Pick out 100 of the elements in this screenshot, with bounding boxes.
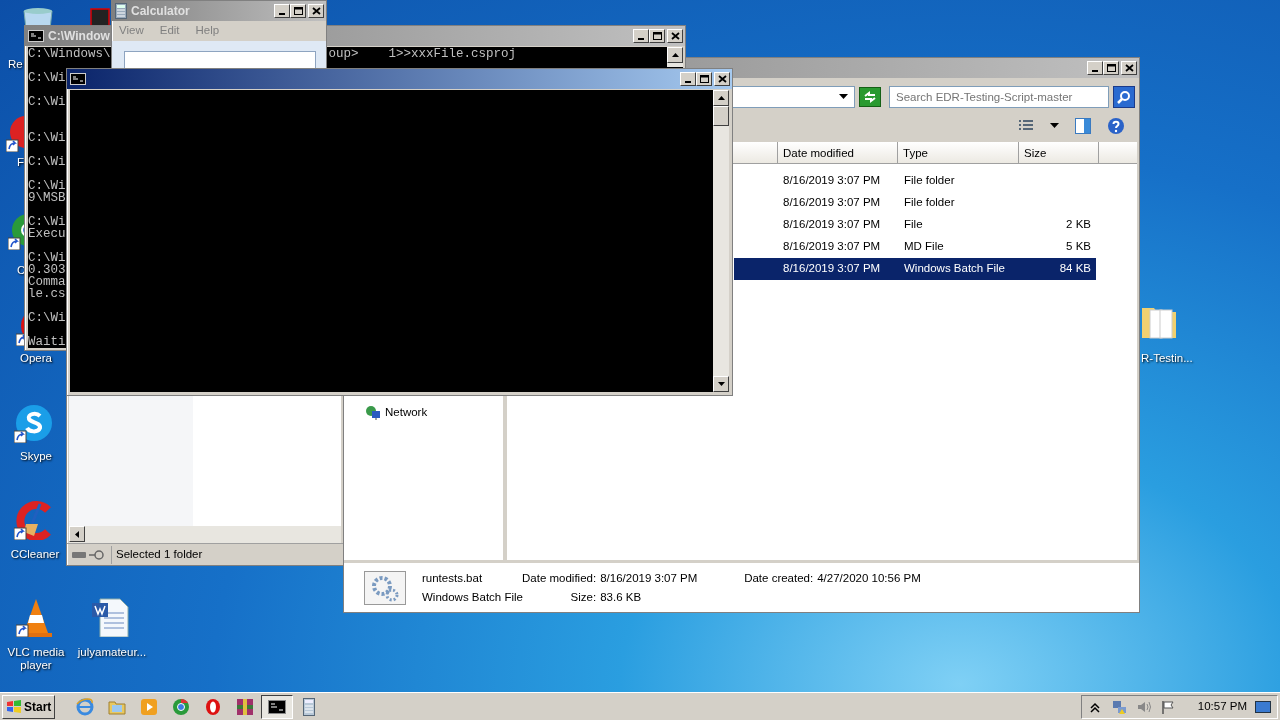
field-label: Size: (569, 590, 597, 605)
close-icon (716, 74, 728, 84)
console-line: oup> 1>>xxxFile.csproj (328, 48, 517, 60)
close-icon (1123, 63, 1135, 73)
desktop-icon-label[interactable]: julyamateur... (72, 646, 152, 659)
maximize-icon (651, 31, 663, 41)
console-icon (268, 697, 287, 716)
start-button[interactable]: Start (2, 694, 56, 719)
field-value: 4/27/2020 10:56 PM (817, 571, 921, 586)
console-line: C:\Wi (28, 156, 66, 168)
maximize-button[interactable] (1103, 61, 1119, 75)
field-value: 8/16/2019 3:07 PM (600, 571, 699, 586)
preview-pane-icon[interactable] (1075, 118, 1091, 134)
chrome-icon (172, 697, 191, 716)
column-header[interactable]: Size (1019, 142, 1099, 163)
maximize-button[interactable] (696, 72, 712, 86)
scroll-up-button[interactable] (667, 47, 683, 63)
opera-icon (204, 697, 223, 716)
refresh-button[interactable] (859, 87, 881, 107)
browser-icon (76, 697, 95, 716)
scroll-up-button[interactable] (713, 90, 729, 106)
console-line: C:\Wi (28, 132, 66, 144)
ccleaner-icon[interactable] (14, 500, 54, 540)
minimize-icon (1092, 70, 1098, 72)
console-line: C:\Wi (28, 252, 66, 264)
console-line: Comma (28, 276, 66, 288)
close-icon (669, 31, 681, 41)
maximize-button[interactable] (290, 4, 306, 18)
column-header[interactable]: Date modified (778, 142, 898, 163)
column-header[interactable]: Type (898, 142, 1019, 163)
close-button[interactable] (667, 29, 683, 43)
file-row[interactable]: 8/16/2019 3:07 PM MD File 5 KB (734, 236, 1096, 258)
console-line: C:\Wi (28, 180, 66, 192)
help-icon[interactable] (1107, 117, 1125, 135)
file-row[interactable]: 8/16/2019 3:07 PM File folder (734, 192, 1096, 214)
console-line: 9\MSB (28, 192, 66, 204)
skype-icon[interactable] (14, 403, 54, 443)
flag-icon[interactable] (1159, 698, 1176, 715)
close-icon (310, 6, 322, 16)
scroll-down-button[interactable] (713, 376, 729, 392)
scroll-thumb[interactable] (713, 106, 729, 126)
desktop-icon-label[interactable]: Re (8, 58, 23, 71)
minimize-button[interactable] (633, 29, 649, 43)
caret-icon[interactable] (1050, 123, 1059, 129)
desktop-icon-label[interactable]: R-Testin... (1141, 352, 1193, 365)
network-icon[interactable] (1111, 698, 1128, 715)
console-icon (70, 73, 86, 85)
document-icon[interactable] (90, 597, 130, 637)
file-type: Windows Batch File (422, 590, 524, 605)
close-button[interactable] (714, 72, 730, 86)
maximize-icon (1105, 63, 1117, 73)
taskbar-button[interactable] (261, 694, 294, 719)
search-field[interactable]: Search EDR-Testing-Script-master (889, 86, 1109, 108)
console-line: Execu (28, 228, 66, 240)
desktop-icon-label[interactable]: VLC media player (4, 646, 68, 672)
minimize-icon (638, 38, 644, 40)
desktop-icon-label[interactable]: Skype (6, 450, 66, 463)
dropdown-icon[interactable] (839, 94, 848, 100)
close-button[interactable] (1121, 61, 1137, 75)
minimize-icon (685, 81, 691, 83)
clock[interactable]: 10:57 PM (1197, 697, 1247, 716)
desktop-icon-label[interactable]: CCleaner (5, 548, 65, 561)
console-line: Waiti (28, 336, 66, 348)
view-icon[interactable] (1018, 119, 1034, 133)
field-value: 83.6 KB (600, 590, 643, 605)
windows-logo-icon (6, 698, 22, 715)
search-icon (1117, 90, 1131, 104)
minimize-icon (279, 13, 285, 15)
arrow-up-icon (670, 50, 680, 60)
window-title: Calculator (131, 3, 190, 20)
calculator-icon (115, 3, 127, 19)
arrow-left-icon (72, 529, 82, 539)
drive-key-icon (71, 549, 107, 560)
file-row[interactable]: 8/16/2019 3:07 PM Windows Batch File 84 KB (734, 258, 1096, 280)
show-desktop-icon[interactable] (1255, 700, 1271, 713)
nav-item[interactable]: Network (345, 404, 503, 422)
console-line: 0.303 (28, 264, 66, 276)
minimize-button[interactable] (680, 72, 696, 86)
field-label: Date modified: (522, 571, 597, 586)
desktop-icon-label[interactable]: Opera (6, 352, 66, 365)
console-line: C:\Wi (28, 216, 66, 228)
file-row[interactable]: 8/16/2019 3:07 PM File folder (734, 170, 1096, 192)
minimize-button[interactable] (1087, 61, 1103, 75)
console-icon (28, 30, 44, 42)
arrow-down-icon (716, 379, 726, 389)
arrow-up-icon (716, 93, 726, 103)
maximize-button[interactable] (649, 29, 665, 43)
desktop-icon-label[interactable]: F (17, 156, 25, 169)
file-row[interactable]: 8/16/2019 3:07 PM File 2 KB (734, 214, 1096, 236)
search-button[interactable] (1113, 86, 1135, 108)
field-label: Date created: (744, 571, 814, 586)
console-line: C:\Windows\ (28, 48, 111, 60)
minimize-button[interactable] (274, 4, 290, 18)
status-text: Selected 1 folder (116, 546, 203, 562)
console-line: C:\Wi (28, 72, 66, 84)
maximize-icon (292, 6, 304, 16)
close-button[interactable] (308, 4, 324, 18)
refresh-icon (863, 91, 877, 103)
scroll-left-button[interactable] (69, 526, 85, 542)
batch-file-icon (364, 570, 406, 605)
